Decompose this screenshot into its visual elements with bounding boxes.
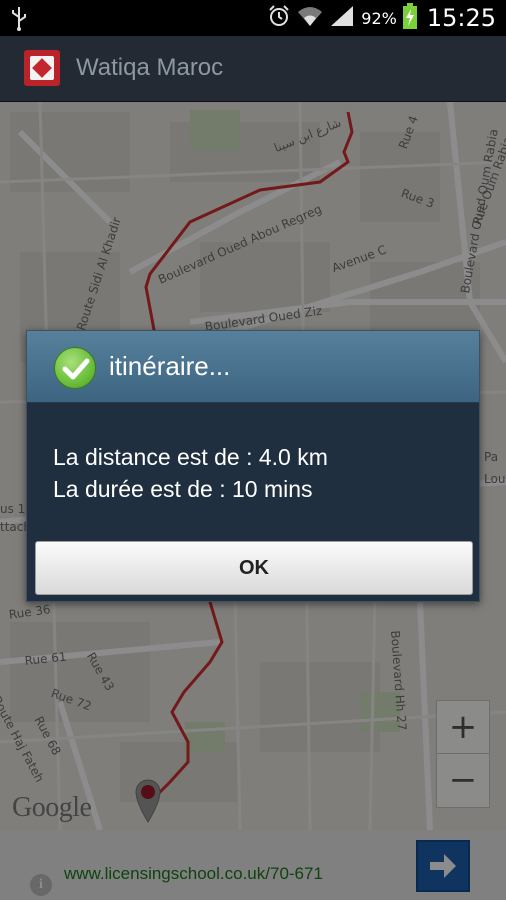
action-bar: Watiqa Maroc bbox=[0, 36, 506, 102]
check-circle-icon bbox=[54, 347, 96, 389]
wifi-icon bbox=[297, 4, 323, 32]
duration-text: La durée est de : 10 mins bbox=[53, 476, 313, 502]
signal-icon bbox=[329, 4, 355, 32]
dialog-title: itinéraire... bbox=[109, 351, 231, 381]
alarm-icon bbox=[267, 4, 291, 32]
status-bar: 92% 15:25 bbox=[0, 0, 506, 36]
distance-text: La distance est de : 4.0 km bbox=[53, 444, 328, 470]
dialog-message: La distance est de : 4.0 km La durée est… bbox=[53, 441, 328, 505]
app-logo-icon[interactable] bbox=[24, 50, 60, 86]
route-dialog: itinéraire... La distance est de : 4.0 k… bbox=[26, 330, 480, 602]
battery-percent: 92% bbox=[361, 8, 397, 28]
usb-icon bbox=[10, 5, 28, 35]
battery-charging-icon bbox=[402, 3, 417, 33]
clock: 15:25 bbox=[426, 4, 496, 32]
app-title: Watiqa Maroc bbox=[76, 54, 224, 81]
dialog-header: itinéraire... bbox=[27, 331, 479, 403]
ok-button[interactable]: OK bbox=[35, 541, 473, 595]
